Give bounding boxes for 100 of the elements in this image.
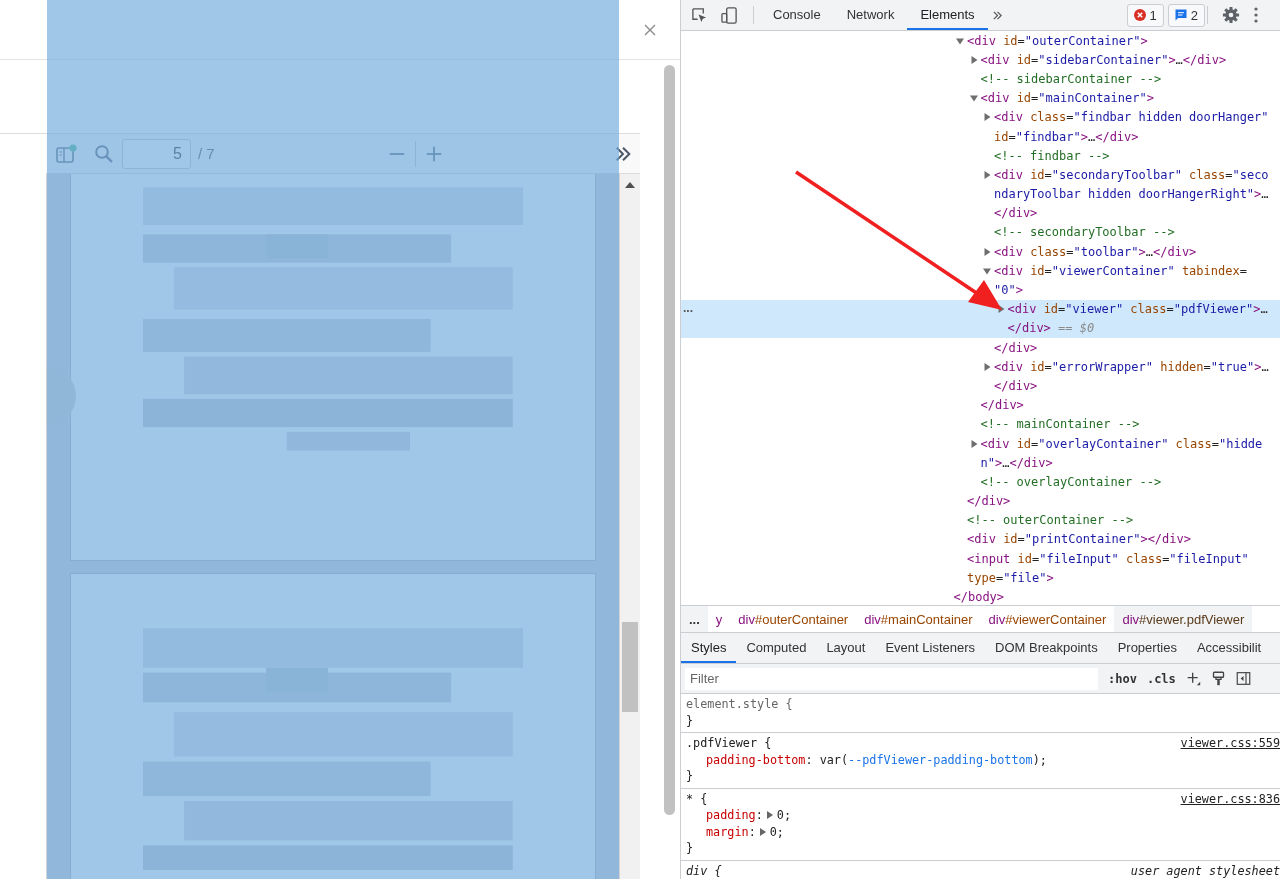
devtools-tab[interactable]: Elements (907, 0, 988, 30)
collapsed-arrow-icon[interactable] (983, 247, 991, 256)
pane-tab[interactable]: Properties (1107, 633, 1187, 663)
expanded-arrow-icon[interactable] (983, 266, 991, 275)
tree-row[interactable]: <div id="sidebarContainer">…</div> (681, 50, 1280, 70)
code-line: <div id="viewerContainer" tabindex= (994, 263, 1247, 278)
expanded-arrow-icon[interactable] (969, 94, 978, 103)
breadcrumb[interactable]: div#mainContainer (856, 606, 981, 632)
tree-row[interactable]: <!-- sidebarContainer --> (681, 69, 1280, 89)
code-line: n">…</div> (980, 455, 1053, 470)
tree-row[interactable]: <div class="toolbar">…</div> (681, 242, 1280, 262)
code-line: <input id="fileInput" class="fileInput" (967, 551, 1249, 566)
pane-tab[interactable]: Computed (736, 633, 817, 663)
code-line: </div> (994, 340, 1038, 355)
scroll-up-icon[interactable] (625, 182, 635, 188)
more-options-icon[interactable] (1254, 7, 1258, 23)
code-line: type="file"> (967, 570, 1054, 585)
css-value: 0; (776, 807, 792, 824)
collapsed-arrow-icon[interactable] (983, 170, 991, 179)
code-line: <!-- secondaryToolbar --> (994, 225, 1175, 240)
inspect-element-icon[interactable] (691, 6, 708, 24)
tree-row[interactable]: <div id="mainContainer"> (681, 88, 1280, 108)
sidebar-toggle-icon[interactable] (56, 143, 78, 164)
tree-row[interactable]: <div id="printContainer"></div> (681, 529, 1280, 550)
code-line: <div id="mainContainer"> (980, 91, 1154, 106)
tree-row[interactable]: <!-- findbar --> (681, 146, 1280, 166)
tree-row[interactable]: <div class="findbar hidden doorHanger" (681, 107, 1280, 127)
closing-brace: } (686, 768, 695, 785)
code-line: </div> (967, 494, 1011, 509)
device-toolbar-icon[interactable] (721, 6, 738, 24)
code-line: <div id="secondaryToolbar" class="seco (994, 167, 1269, 182)
devtools-tab[interactable]: Network (833, 0, 908, 30)
code-line: id="findbar">…</div> (994, 129, 1139, 144)
tree-row[interactable]: <!-- overlayContainer --> (681, 472, 1280, 492)
page-count: / 7 (198, 145, 215, 162)
tree-row[interactable]: <input id="fileInput" class="fileInput" (681, 549, 1280, 569)
tree-row[interactable]: <!-- secondaryToolbar --> (681, 222, 1280, 243)
sidebar-toggle-icon[interactable] (1235, 671, 1251, 686)
hover-state-button[interactable]: :hov (1108, 671, 1137, 686)
tree-row[interactable]: <div id="outerContainer"> (681, 31, 1280, 51)
breadcrumb-overflow-button[interactable]: ... (681, 606, 708, 632)
code-line: <!-- outerContainer --> (967, 513, 1134, 528)
error-icon (1133, 9, 1146, 21)
collapsed-arrow-icon[interactable] (969, 55, 978, 64)
tree-row[interactable]: ... <div id="viewer" class="pdfViewer">… (681, 299, 1280, 319)
close-icon[interactable] (644, 23, 656, 36)
css-property: padding: (706, 807, 763, 824)
breadcrumb[interactable]: y (707, 606, 731, 632)
code-line: <div id="outerContainer"> (967, 33, 1148, 48)
tree-row[interactable]: <div id="errorWrapper" hidden="true">… (681, 357, 1280, 377)
tree-row[interactable]: <div id="overlayContainer" class="hidde (681, 433, 1280, 454)
css-value: 0; (769, 823, 784, 840)
closing-brace: } (686, 840, 695, 857)
new-rule-icon[interactable] (1185, 671, 1201, 686)
code-line: </div> (980, 398, 1024, 413)
devtools-tab[interactable]: Console (760, 0, 834, 30)
tree-row[interactable]: <div id="secondaryToolbar" class="seco (681, 165, 1280, 185)
pane-tab[interactable]: Event Listeners (875, 633, 986, 663)
pane-tab[interactable]: DOM Breakpoints (985, 633, 1108, 663)
breadcrumb[interactable]: div#viewer.pdfViewer (1114, 606, 1253, 632)
tree-row[interactable]: <div id="viewerContainer" tabindex= (681, 261, 1280, 281)
css-property: margin: (706, 823, 756, 840)
pane-tab[interactable]: Styles (681, 633, 737, 663)
paint-roller-icon[interactable] (1210, 671, 1226, 686)
collapsed-arrow-icon[interactable] (983, 113, 991, 122)
source-link[interactable]: viewer.css:836 (1180, 790, 1280, 807)
code-line: <div class="findbar hidden doorHanger" (994, 110, 1269, 125)
settings-icon[interactable] (1222, 6, 1240, 24)
more-tabs-icon[interactable] (991, 9, 1003, 21)
code-line: <div id="overlayContainer" class="hidde (980, 436, 1263, 451)
tree-row[interactable]: <!-- outerContainer --> (681, 510, 1280, 530)
message-icon (1174, 9, 1187, 21)
css-selector: * { (686, 790, 708, 807)
code-line: "0"> (994, 283, 1023, 298)
error-count-badge[interactable]: 1 (1126, 3, 1164, 27)
closing-brace: } (686, 712, 695, 729)
scrollbar-thumb[interactable] (664, 65, 675, 815)
source-link[interactable]: viewer.css:559 (1180, 735, 1280, 752)
scrollbar-thumb[interactable] (622, 622, 638, 712)
collapsed-arrow-icon[interactable] (969, 439, 978, 448)
breadcrumb[interactable]: div#outerContainer (730, 606, 857, 632)
code-line: <!-- mainContainer --> (980, 417, 1140, 432)
code-line: </div> == $0 (1007, 321, 1095, 336)
more-tools-icon[interactable] (614, 144, 632, 163)
collapsed-arrow-icon[interactable] (983, 362, 991, 371)
class-toggle-button[interactable]: .cls (1146, 671, 1176, 686)
pane-tab[interactable]: Accessibilit (1186, 633, 1272, 663)
code-line: <div id="errorWrapper" hidden="true">… (994, 359, 1269, 374)
code-line: <div id="viewer" class="pdfViewer">… (1007, 302, 1268, 317)
code-line: </body> (953, 590, 1005, 605)
more-actions-button[interactable]: ... (683, 299, 693, 317)
pane-tab[interactable]: Layout (816, 633, 876, 663)
stylesheet-origin: user agent stylesheet (1130, 862, 1280, 879)
message-count-badge[interactable]: 2 (1167, 3, 1205, 27)
breadcrumb[interactable]: div#viewerContainer (980, 606, 1115, 632)
css-value: var(--pdfViewer-padding-bottom); (818, 751, 1047, 768)
expanded-arrow-icon[interactable] (956, 36, 964, 45)
tree-row[interactable]: <!-- mainContainer --> (681, 414, 1280, 434)
filter-field[interactable]: Filter (685, 667, 1098, 690)
css-property: padding-bottom: (706, 751, 813, 768)
